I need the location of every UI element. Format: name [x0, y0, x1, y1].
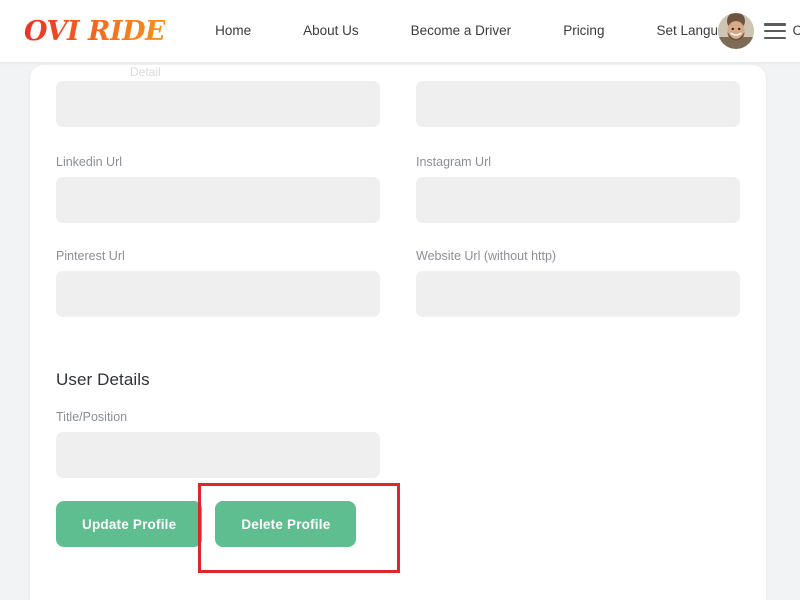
field-clipped-right: [416, 81, 740, 127]
user-avatar[interactable]: [718, 13, 754, 49]
input-linkedin-url[interactable]: [56, 177, 380, 223]
field-label-website-url: Website Url (without http): [416, 249, 557, 263]
social-row-2: Pinterest Url Website Url (without http): [56, 249, 740, 317]
field-linkedin-url: Linkedin Url: [56, 155, 380, 223]
section-heading-user-details: User Details: [56, 370, 150, 389]
page-body: Detail Linkedin Url Instagram Url Pinter…: [0, 62, 800, 600]
profile-form-card: Detail Linkedin Url Instagram Url Pinter…: [30, 65, 766, 600]
top-navigation-bar: OVI RIDE Home About Us Become a Driver P…: [0, 0, 800, 62]
input-title-position[interactable]: [56, 432, 380, 478]
field-website-url: Website Url (without http): [416, 249, 740, 317]
hamburger-menu-icon-right[interactable]: [764, 23, 786, 39]
form-actions: Update Profile Delete Profile: [56, 501, 740, 547]
nav-item-about-us[interactable]: About Us: [277, 24, 385, 38]
nav-right-cluster: [718, 0, 792, 62]
nav-item-become-a-driver[interactable]: Become a Driver: [385, 24, 538, 38]
nav-item-pricing[interactable]: Pricing: [537, 24, 630, 38]
form-row: Linkedin Url Instagram Url: [56, 155, 740, 223]
hamburger-line: [764, 23, 786, 26]
input-website-url[interactable]: [416, 271, 740, 317]
user-details-section: User Details: [56, 370, 740, 390]
social-row-1: Linkedin Url Instagram Url: [56, 155, 740, 223]
nav-shadow-divider: [0, 62, 800, 65]
update-profile-button[interactable]: Update Profile: [56, 501, 203, 547]
site-logo[interactable]: OVI RIDE: [24, 18, 166, 45]
social-row-clipped: [56, 81, 740, 127]
input-instagram-url[interactable]: [416, 177, 740, 223]
field-label-pinterest-url: Pinterest Url: [56, 249, 125, 263]
delete-profile-button[interactable]: Delete Profile: [215, 501, 357, 547]
nav-item-home[interactable]: Home: [189, 24, 277, 38]
hamburger-line: [764, 29, 786, 33]
hamburger-line: [764, 36, 786, 39]
field-pinterest-url: Pinterest Url: [56, 249, 380, 317]
title-position-row: Title/Position: [56, 410, 740, 478]
clipped-input-right[interactable]: [416, 81, 740, 127]
main-nav-links: Home About Us Become a Driver Pricing Se…: [189, 24, 800, 38]
form-row: [56, 81, 740, 127]
field-label-instagram-url: Instagram Url: [416, 155, 492, 169]
field-instagram-url: Instagram Url: [416, 155, 740, 223]
field-label-title-position: Title/Position: [56, 410, 128, 424]
form-row: Pinterest Url Website Url (without http): [56, 249, 740, 317]
field-label-linkedin-url: Linkedin Url: [56, 155, 123, 169]
button-row: Update Profile Delete Profile: [56, 501, 740, 547]
clipped-input-left[interactable]: [56, 81, 380, 127]
field-clipped-left: [56, 81, 380, 127]
clipped-field-label: Detail: [130, 65, 161, 79]
field-title-position: Title/Position: [56, 410, 380, 478]
avatar-photo-icon: [718, 13, 754, 49]
input-pinterest-url[interactable]: [56, 271, 380, 317]
